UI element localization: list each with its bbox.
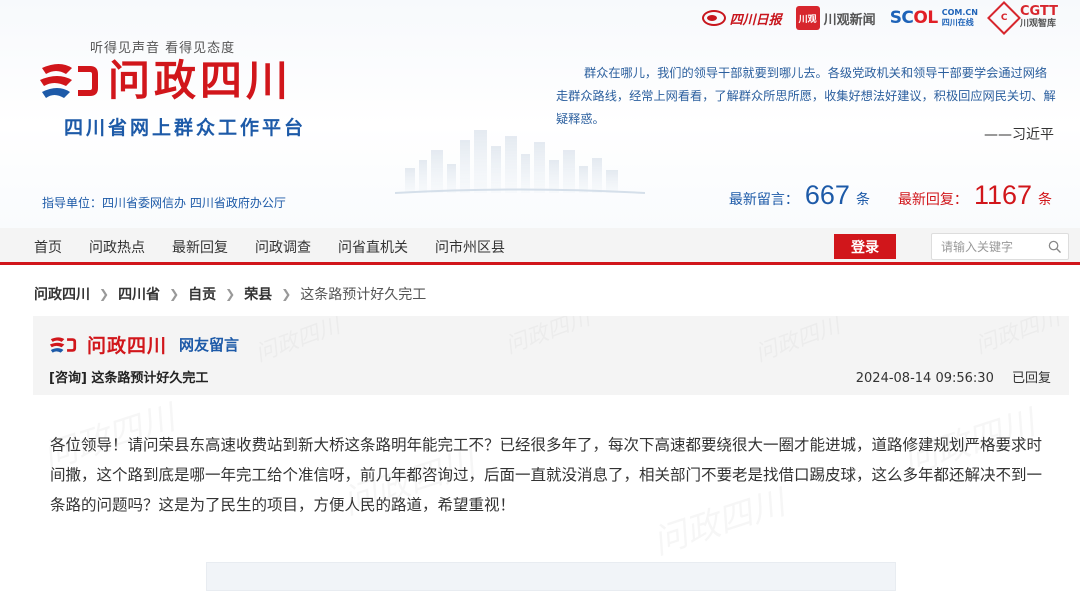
- new-messages-label: 最新留言：: [728, 192, 799, 208]
- site-header: 四川日报 川观 川观新闻 SCOL COM.CN 四川在线 C CGTT 川观智…: [0, 0, 1080, 228]
- breadcrumb-item-wenzheng[interactable]: 问政四川: [34, 284, 90, 304]
- message-datetime: 2024-08-14 09:56:30: [855, 371, 994, 386]
- partner-scol[interactable]: SCOL COM.CN 四川在线: [890, 5, 978, 31]
- cgtt-brand: CGTT: [1019, 4, 1058, 19]
- stats-bar: 最新留言： 667 条 最新回复： 1167 条: [729, 180, 1052, 211]
- nav-items: 首页 问政热点 最新回复 问政调查 问省直机关 问市州区县: [34, 228, 532, 265]
- nav-item-surveys[interactable]: 问政调查: [255, 237, 311, 257]
- partner-cgtt[interactable]: C CGTT 川观智库: [986, 1, 1058, 35]
- platform-name: 四川省网上群众工作平台: [64, 117, 307, 139]
- status-badge: 已回复: [1011, 371, 1051, 386]
- search-icon[interactable]: [1048, 240, 1061, 253]
- sichuan-daily-logo-icon: [701, 10, 726, 26]
- chevron-right-icon: ❯: [281, 287, 292, 301]
- watermark: 问政四川: [250, 316, 344, 368]
- card-logo-title: 问政四川: [87, 335, 168, 357]
- scol-name: 四川在线: [941, 18, 974, 27]
- nav-item-latest-replies[interactable]: 最新回复: [172, 237, 228, 257]
- nav-item-provincial-agencies[interactable]: 问省直机关: [338, 237, 408, 257]
- breadcrumb-item-county[interactable]: 荣县: [244, 284, 272, 304]
- message-card: 问政四川 问政四川 问政四川 问政四川 问政四川 网友留言 [咨询] 这条路预计…: [33, 316, 1069, 395]
- scol-domain: COM.CN: [941, 8, 978, 17]
- chevron-right-icon: ❯: [99, 287, 110, 301]
- scol-logo: SCOL: [889, 8, 939, 28]
- message-body: 各位领导！请问荣县东高速收费站到新大桥这条路明年能完工不？已经很多年了，每次下高…: [50, 436, 1043, 514]
- login-button[interactable]: 登录: [834, 234, 896, 259]
- new-messages-count: 667: [804, 180, 850, 210]
- partner-chuanguan-label: 川观新闻: [823, 12, 876, 28]
- site-logo[interactable]: 问政四川: [38, 58, 292, 104]
- breadcrumb-current: 这条路预计好久完工: [300, 287, 427, 303]
- scol-brand-a: SC: [889, 8, 914, 28]
- chevron-right-icon: ❯: [169, 287, 180, 301]
- cgtt-logo-icon: C: [986, 1, 1021, 35]
- logo-mark-icon: [49, 336, 77, 353]
- breadcrumb-item-province[interactable]: 四川省: [118, 284, 160, 304]
- cgtt-name: 川观智库: [1019, 19, 1056, 29]
- partner-sichuan-daily[interactable]: 四川日报: [701, 5, 782, 31]
- guide-units: 指导单位：四川省委网信办 四川省政府办公厅: [42, 196, 286, 210]
- breadcrumb: 问政四川 ❯ 四川省 ❯ 自贡 ❯ 荣县 ❯ 这条路预计好久完工: [34, 284, 426, 304]
- card-logo: 问政四川 网友留言: [49, 331, 239, 358]
- chevron-right-icon: ❯: [225, 287, 236, 301]
- new-replies-label: 最新回复：: [897, 192, 968, 208]
- card-section-label: 网友留言: [179, 336, 240, 354]
- scol-text: COM.CN 四川在线: [942, 8, 978, 28]
- nav-item-home[interactable]: 首页: [34, 237, 62, 257]
- site-slogan: 听得见声音 看得见态度: [90, 41, 236, 56]
- search-box: [931, 233, 1069, 260]
- nav-item-hot-topics[interactable]: 问政热点: [89, 237, 145, 257]
- watermark: 问政四川: [750, 316, 844, 368]
- cgtt-text: CGTT 川观智库: [1019, 4, 1058, 30]
- partner-sichuan-daily-label: 四川日报: [729, 12, 782, 28]
- new-messages-unit: 条: [855, 192, 870, 208]
- site-title: 问政四川: [108, 56, 293, 105]
- new-replies-count: 1167: [973, 180, 1032, 210]
- skyline-icon: [395, 130, 645, 194]
- chuanguan-logo-icon: 川观: [795, 6, 820, 30]
- nav-item-cities-counties[interactable]: 问市州区县: [435, 237, 505, 257]
- message-meta: 2024-08-14 09:56:30 已回复: [856, 367, 1051, 386]
- partner-links: 四川日报 川观 川观新闻 SCOL COM.CN 四川在线 C CGTT 川观智…: [701, 1, 1058, 35]
- search-input[interactable]: [932, 234, 1042, 259]
- cgtt-icon-letter: C: [1000, 12, 1008, 23]
- attached-image[interactable]: [206, 562, 896, 591]
- watermark: 问政四川: [500, 316, 594, 360]
- quote-author: ——习近平: [984, 127, 1054, 143]
- message-subject: [咨询] 这条路预计好久完工: [49, 371, 209, 386]
- logo-mark-icon: [40, 64, 98, 98]
- main-nav: 首页 问政热点 最新回复 问政调查 问省直机关 问市州区县 登录: [0, 228, 1080, 265]
- new-replies-unit: 条: [1038, 192, 1052, 208]
- watermark: 问政四川: [970, 316, 1064, 360]
- scol-brand-b: OL: [913, 8, 938, 28]
- leader-quote: 群众在哪儿，我们的领导干部就要到哪儿去。各级党政机关和领导干部要学会通过网络走群…: [556, 66, 1056, 126]
- breadcrumb-item-city[interactable]: 自贡: [188, 284, 216, 304]
- partner-chuanguan-news[interactable]: 川观 川观新闻: [795, 5, 876, 31]
